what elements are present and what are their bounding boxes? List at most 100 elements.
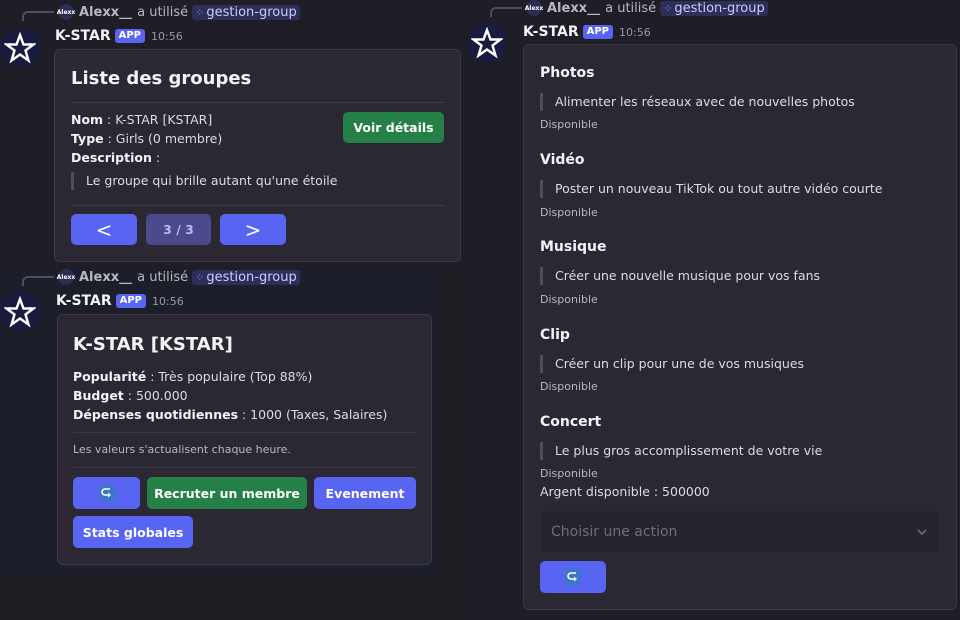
command-name: gestion-group [674, 0, 765, 16]
field-label: Type [71, 131, 104, 146]
section-title: Concert [540, 414, 602, 430]
field-label: Nom [71, 112, 104, 127]
command-mention[interactable]: ⁘ gestion-group [192, 4, 300, 20]
field-value: : 1000 (Taxes, Salaires) [238, 407, 388, 422]
divider [73, 432, 416, 433]
invoker-name[interactable]: Alexx__ [547, 1, 600, 16]
divider [73, 467, 416, 468]
app-tag: APP [114, 29, 146, 43]
field-label: Budget [73, 388, 124, 403]
field-value: : K-STAR [KSTAR] [103, 112, 213, 127]
timestamp: 10:56 [619, 25, 651, 39]
section-status: Disponible [540, 467, 598, 480]
reply-elbow [490, 7, 522, 17]
reply-elbow [22, 11, 54, 21]
reply-reference: Alexx Alexx__ a utilisé ⁘ gestion-group [490, 0, 768, 17]
section-status: Disponible [540, 293, 598, 306]
field-label: Description [71, 150, 152, 165]
refresh-note: Les valeurs s'actualisent chaque heure. [73, 443, 291, 456]
section-title: Clip [540, 327, 570, 343]
page-indicator: 3 / 3 [146, 214, 211, 245]
groups-embed: Liste des groupes Nom : K-STAR [KSTAR] T… [54, 49, 461, 262]
message-header: K-STAR APP 10:56 [56, 292, 184, 310]
view-details-button[interactable]: Voir détails [343, 112, 444, 143]
command-name: gestion-group [206, 269, 297, 285]
bot-avatar[interactable] [467, 23, 507, 63]
section-quote: Créer un clip pour une de vos musiques [540, 355, 804, 373]
section-title: Musique [540, 239, 607, 255]
command-mention[interactable]: ⁘ gestion-group [192, 269, 300, 285]
refresh-icon [564, 568, 582, 586]
invoker-avatar[interactable]: Alexx [57, 269, 75, 285]
app-tag: APP [115, 294, 147, 308]
bot-name[interactable]: K-STAR [56, 293, 112, 309]
available-money: Argent disponible : 500000 [540, 484, 710, 499]
bot-avatar[interactable] [0, 292, 40, 332]
popularity-field: Popularité : Très populaire (Top 88%) [73, 369, 312, 384]
description-quote: Le groupe qui brille autant qu'une étoil… [71, 172, 337, 190]
action-select[interactable]: Choisir une action [540, 510, 940, 553]
slash-command-icon: ⁘ [195, 5, 205, 19]
embed-title: Liste des groupes [71, 68, 252, 89]
section-quote: Créer une nouvelle musique pour vos fans [540, 267, 820, 285]
field-value: : 500.000 [123, 388, 188, 403]
group-description-field: Description : [71, 150, 160, 165]
slash-command-icon: ⁘ [195, 270, 205, 284]
refresh-icon [98, 484, 116, 502]
field-value: : Très populaire (Top 88%) [146, 369, 313, 384]
group-name-field: Nom : K-STAR [KSTAR] [71, 112, 212, 127]
bot-avatar[interactable] [0, 28, 40, 68]
section-status: Disponible [540, 118, 598, 131]
actions-embed: Photos Alimenter les réseaux avec de nou… [523, 44, 957, 610]
section-quote: Le plus gros accomplissement de votre vi… [540, 442, 822, 460]
invoker-name[interactable]: Alexx__ [79, 5, 132, 20]
bot-name[interactable]: K-STAR [523, 24, 579, 40]
star-logo-icon [4, 296, 36, 328]
timestamp: 10:56 [152, 294, 184, 308]
budget-field: Budget : 500.000 [73, 388, 188, 403]
section-title: Photos [540, 65, 595, 81]
embed-title: K-STAR [KSTAR] [73, 334, 233, 355]
group-type-field: Type : Girls (0 membre) [71, 131, 222, 146]
invoker-name[interactable]: Alexx__ [79, 270, 132, 285]
select-placeholder: Choisir une action [551, 523, 678, 540]
refresh-button[interactable] [73, 477, 140, 509]
next-page-button[interactable]: > [220, 214, 286, 245]
bot-name[interactable]: K-STAR [55, 28, 111, 44]
event-button[interactable]: Evenement [314, 477, 416, 509]
star-logo-icon [471, 27, 503, 59]
field-label: Dépenses quotidiennes [73, 407, 239, 422]
section-status: Disponible [540, 380, 598, 393]
message-header: K-STAR APP 10:56 [523, 23, 651, 41]
command-mention[interactable]: ⁘ gestion-group [660, 0, 768, 16]
section-quote: Poster un nouveau TikTok ou tout autre v… [540, 180, 882, 198]
invoker-avatar[interactable]: Alexx [57, 4, 75, 20]
slash-command-icon: ⁘ [663, 1, 673, 15]
timestamp: 10:56 [151, 29, 183, 43]
section-status: Disponible [540, 206, 598, 219]
reply-elbow [22, 276, 54, 286]
prev-page-button[interactable]: < [71, 214, 137, 245]
app-tag: APP [582, 25, 614, 39]
divider [71, 102, 445, 103]
section-quote: Alimenter les réseaux avec de nouvelles … [540, 93, 855, 111]
group-details-embed: K-STAR [KSTAR] Popularité : Très populai… [57, 314, 432, 565]
command-name: gestion-group [206, 4, 297, 20]
field-label: Popularité [73, 369, 147, 384]
refresh-button[interactable] [540, 561, 606, 593]
invoker-avatar[interactable]: Alexx [525, 0, 543, 16]
field-value: : Girls (0 membre) [103, 131, 223, 146]
reply-reference: Alexx Alexx__ a utilisé ⁘ gestion-group [22, 268, 300, 286]
chevron-down-icon [917, 528, 927, 535]
used-text: a utilisé [137, 4, 189, 20]
used-text: a utilisé [137, 269, 189, 285]
daily-expenses-field: Dépenses quotidiennes : 1000 (Taxes, Sal… [73, 407, 387, 422]
global-stats-button[interactable]: Stats globales [73, 516, 193, 548]
field-value: : [151, 150, 161, 165]
used-text: a utilisé [605, 0, 657, 16]
star-logo-icon [4, 32, 36, 64]
section-title: Vidéo [540, 152, 585, 168]
reply-reference: Alexx Alexx__ a utilisé ⁘ gestion-group [22, 3, 300, 21]
divider [71, 205, 445, 206]
recruit-member-button[interactable]: Recruter un membre [147, 477, 307, 509]
